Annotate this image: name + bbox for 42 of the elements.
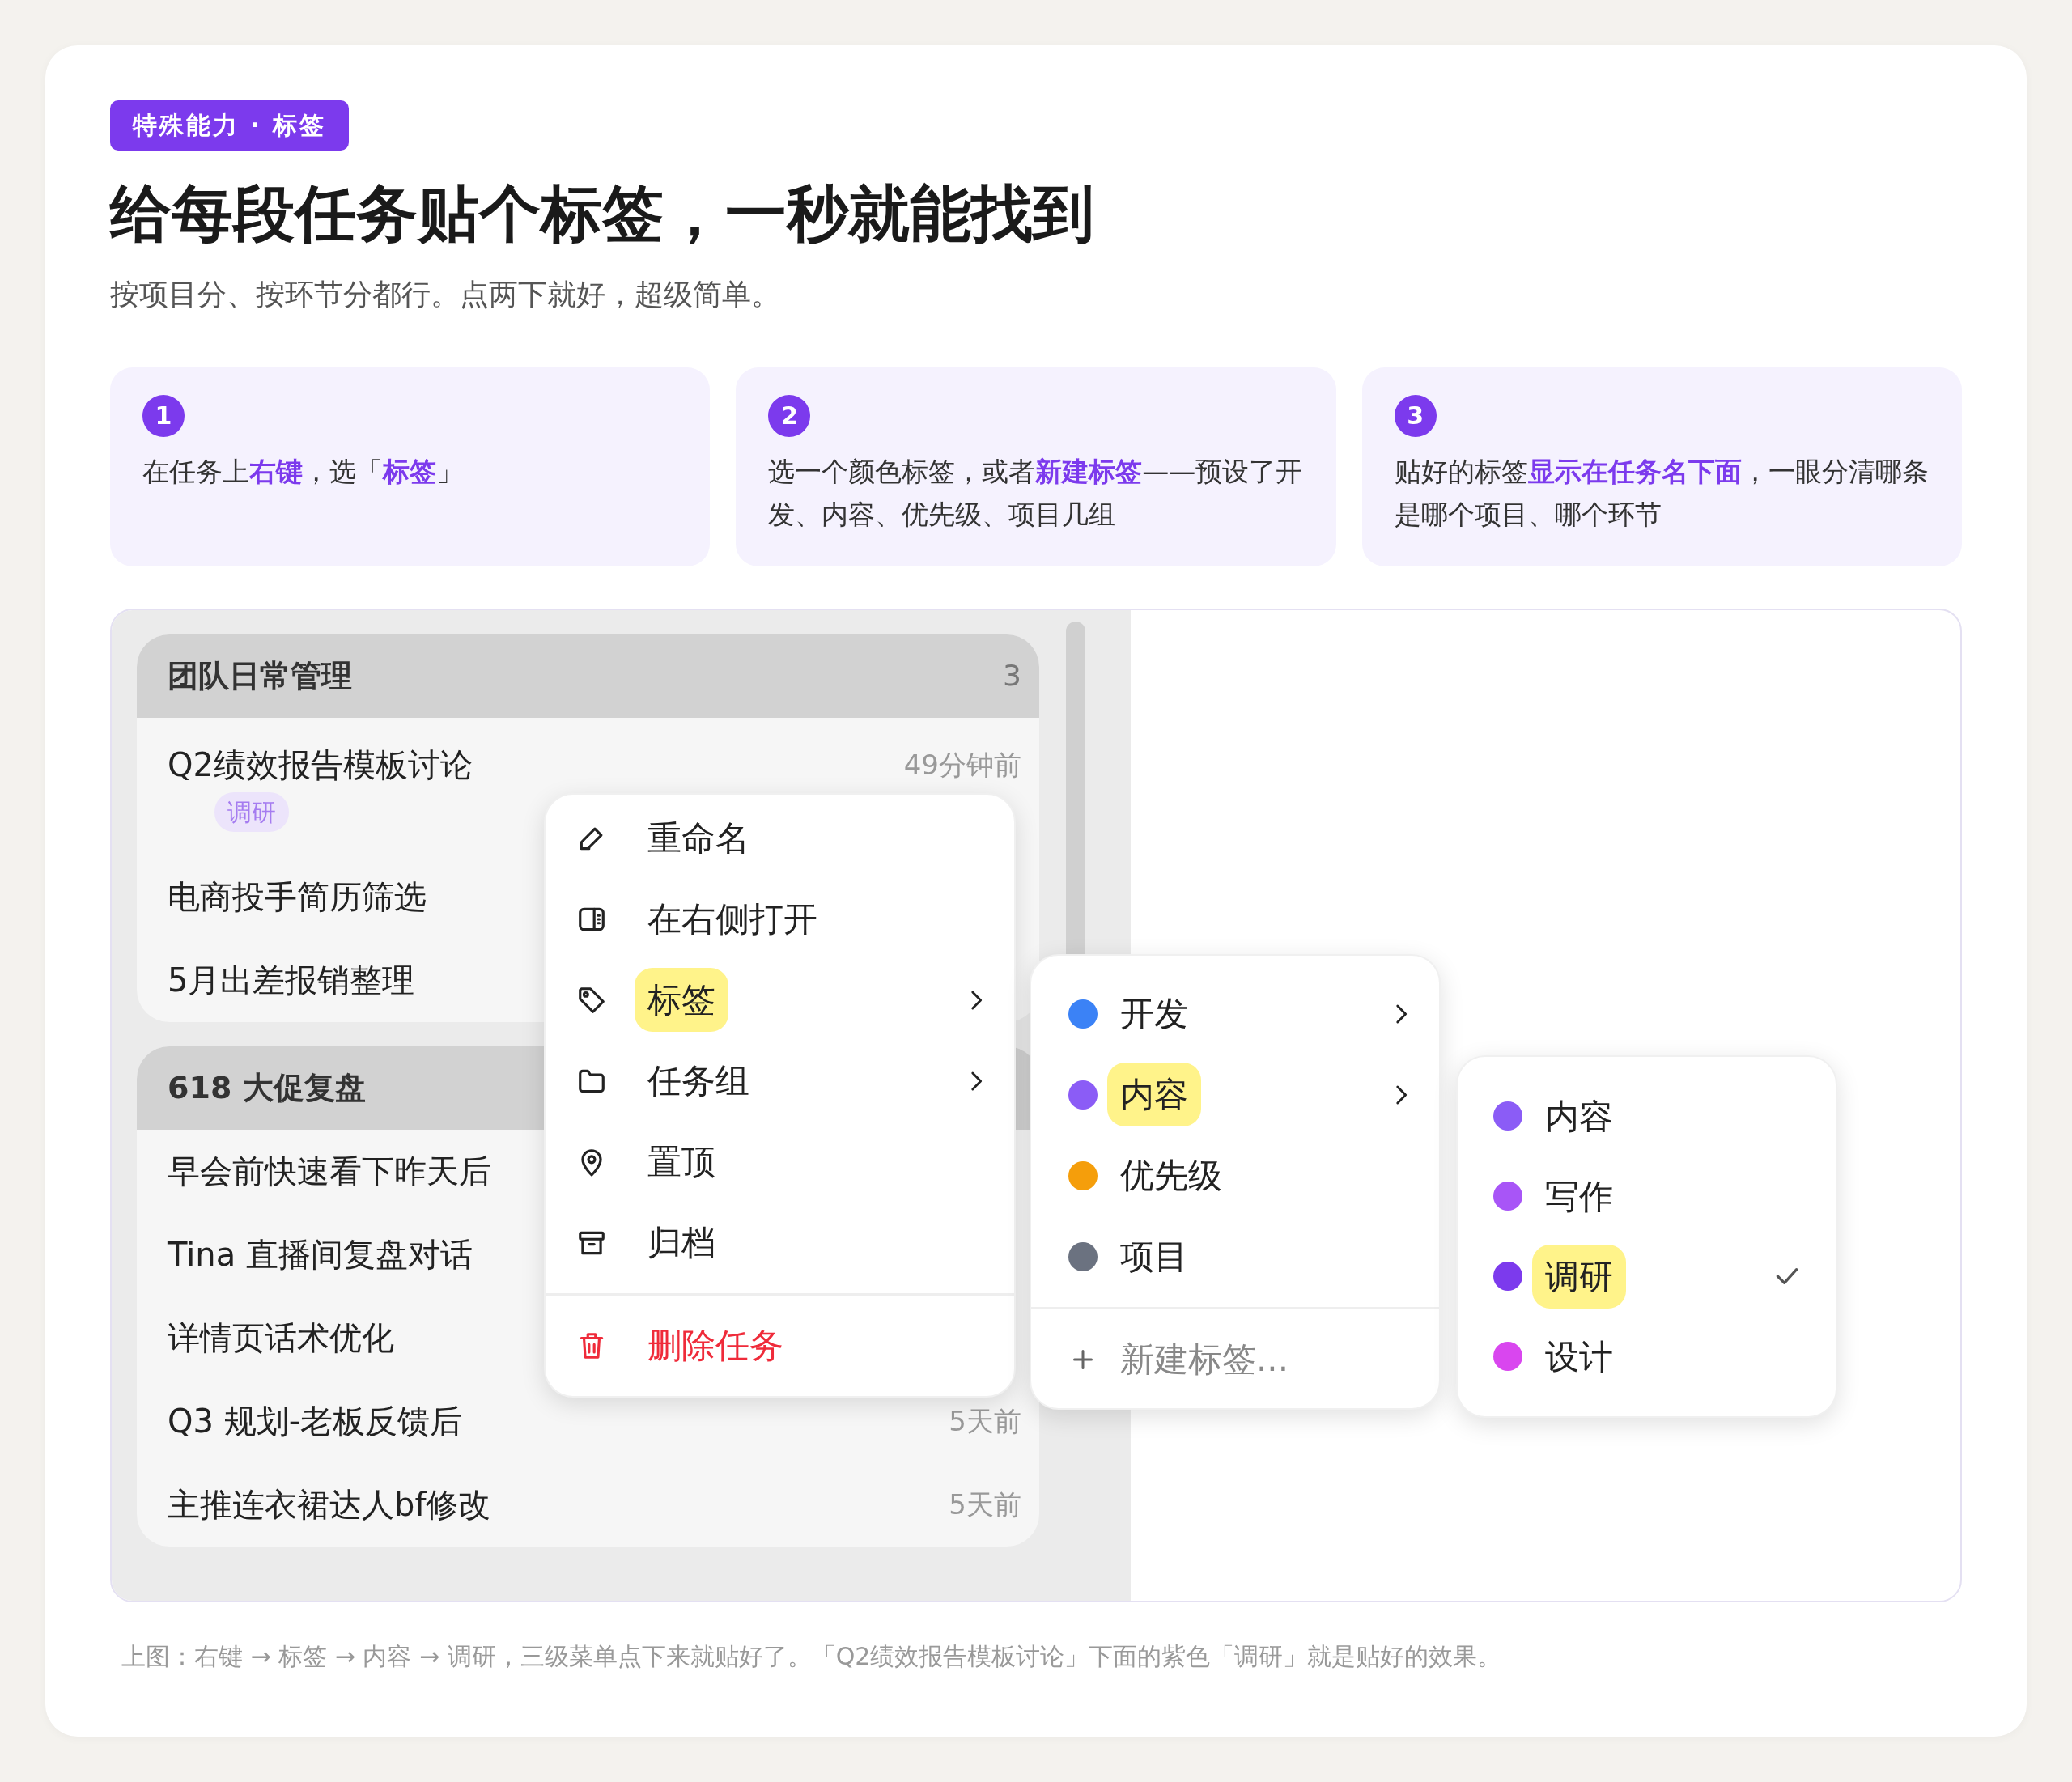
menu-item[interactable]: 内容 bbox=[1458, 1076, 1836, 1156]
menu-item[interactable]: 在右侧打开 bbox=[546, 878, 1014, 960]
menu-item[interactable]: 优先级 bbox=[1031, 1135, 1439, 1216]
caption: 上图：右键 → 标签 → 内容 → 调研，三级菜单点下来就贴好了。「Q2绩效报告模板讨论」下面的紫色「调研」就是贴好的效果。 bbox=[121, 1640, 1503, 1672]
task-title[interactable]: Q2绩效报告模板讨论 bbox=[168, 740, 473, 790]
task-title[interactable]: 电商投手简历筛选 bbox=[168, 872, 427, 922]
task-time: 5天前 bbox=[949, 1403, 1021, 1439]
menu-item[interactable]: 调研 bbox=[1458, 1236, 1836, 1317]
headline: 给每段任务贴个标签，一秒就能找到 bbox=[110, 176, 1095, 251]
section-badge: 特殊能力 · 标签 bbox=[110, 100, 350, 151]
task-title[interactable]: Q3 规划-老板反馈后 bbox=[168, 1397, 463, 1446]
menu-item[interactable]: 开发 bbox=[1031, 973, 1439, 1054]
menu-item[interactable]: 置顶 bbox=[546, 1121, 1014, 1203]
new-tag-button[interactable]: 新建标签... bbox=[1031, 1318, 1439, 1400]
task-time: 49分钟前 bbox=[903, 747, 1021, 783]
menu-item[interactable]: 标签 bbox=[546, 959, 1014, 1041]
step-number: 1 bbox=[142, 394, 185, 437]
step-text: 在任务上右键，选「标签」 bbox=[142, 454, 464, 489]
menu-item[interactable]: 写作 bbox=[1458, 1156, 1836, 1237]
subtitle: 按项目分、按环节分都行。点两下就好，超级简单。 bbox=[110, 277, 781, 312]
task-time: 5天前 bbox=[949, 1487, 1021, 1522]
task-title[interactable]: Tina 直播间复盘对话 bbox=[168, 1230, 473, 1279]
menu-item[interactable]: 删除任务 bbox=[546, 1305, 1014, 1386]
group-count: 3 bbox=[1003, 658, 1021, 694]
task-title[interactable]: 早会前快速看下昨天后 bbox=[168, 1147, 491, 1196]
menu-item[interactable]: 内容 bbox=[1031, 1054, 1439, 1135]
step-text: 贴好的标签显示在任务名下面，一眼分清哪条是哪个项目、哪个环节 bbox=[1394, 454, 1930, 532]
task-title[interactable]: 5月出差报销整理 bbox=[168, 956, 415, 1005]
menu-item[interactable]: 重命名 bbox=[546, 797, 1014, 879]
group-header[interactable]: 团队日常管理 3 bbox=[137, 634, 1039, 718]
step-number: 2 bbox=[768, 394, 811, 437]
task-title[interactable]: 主推连衣裙达人bf修改 bbox=[168, 1480, 491, 1530]
group-name: 团队日常管理 bbox=[168, 656, 352, 695]
menu-item[interactable]: 归档 bbox=[546, 1202, 1014, 1283]
menu-item[interactable]: 项目 bbox=[1031, 1216, 1439, 1297]
tag-chip: 调研 bbox=[214, 792, 289, 833]
step-text: 选一个颜色标签，或者新建标签——预设了开发、内容、优先级、项目几组 bbox=[768, 454, 1304, 532]
menu-item[interactable]: 设计 bbox=[1458, 1316, 1836, 1397]
task-title[interactable]: 详情页话术优化 bbox=[168, 1313, 394, 1363]
menu-item[interactable]: 任务组 bbox=[546, 1040, 1014, 1122]
step-number: 3 bbox=[1394, 394, 1437, 437]
group-name: 618 大促复盘 bbox=[168, 1068, 366, 1107]
